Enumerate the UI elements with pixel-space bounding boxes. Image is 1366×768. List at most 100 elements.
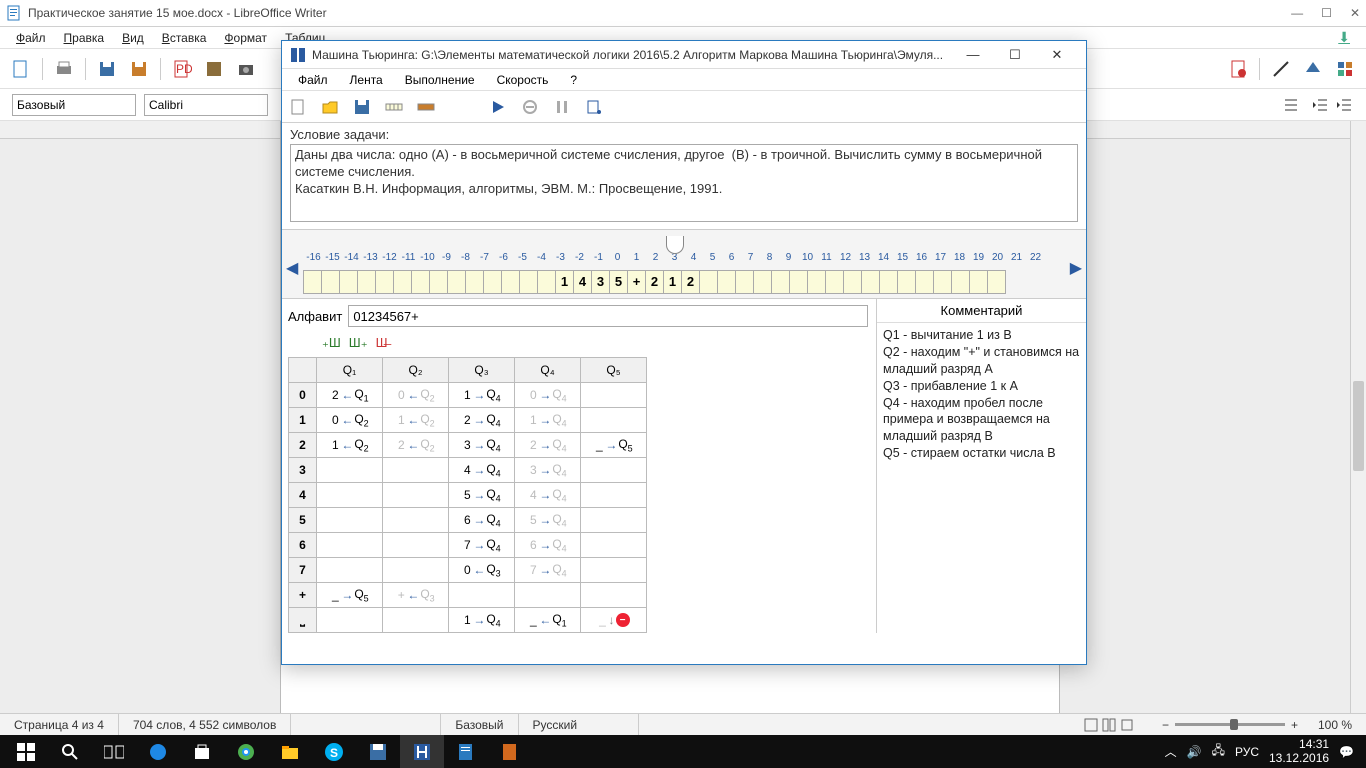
- indent-inc-icon[interactable]: [1336, 96, 1354, 114]
- col-header[interactable]: Q₄: [515, 358, 581, 383]
- paragraph-style-combo[interactable]: [12, 94, 136, 116]
- menu-view[interactable]: Вид: [114, 29, 152, 47]
- taskbar-impress[interactable]: [488, 735, 532, 768]
- program-cell[interactable]: 3 → Q4: [515, 458, 581, 483]
- program-cell[interactable]: _ ↓ −: [581, 608, 647, 633]
- pause-icon[interactable]: [552, 97, 572, 117]
- tape-cell[interactable]: +: [627, 270, 646, 294]
- program-cell[interactable]: [581, 483, 647, 508]
- task-view-icon[interactable]: [92, 735, 136, 768]
- program-cell[interactable]: 0 ← Q3: [449, 558, 515, 583]
- program-cell[interactable]: _ ← Q1: [515, 608, 581, 633]
- tray-clock[interactable]: 14:31 13.12.2016: [1269, 738, 1329, 764]
- turing-menu-run[interactable]: Выполнение: [395, 71, 485, 89]
- tape-cell[interactable]: [465, 270, 484, 294]
- turing-menu-tape[interactable]: Лента: [340, 71, 393, 89]
- turing-minimize-button[interactable]: —: [952, 42, 994, 68]
- alphabet-input[interactable]: [348, 305, 868, 327]
- row-header[interactable]: 4: [289, 483, 317, 508]
- tape-cell[interactable]: 1: [663, 270, 682, 294]
- tape-cell[interactable]: [447, 270, 466, 294]
- taskbar-writer[interactable]: [444, 735, 488, 768]
- program-cell[interactable]: [581, 508, 647, 533]
- tape-cell[interactable]: [303, 270, 322, 294]
- tape-cell[interactable]: [699, 270, 718, 294]
- tape-cell[interactable]: [393, 270, 412, 294]
- vertical-scrollbar[interactable]: [1350, 121, 1366, 713]
- taskbar-explorer[interactable]: [268, 735, 312, 768]
- program-cell[interactable]: 1 ← Q2: [317, 433, 383, 458]
- row-header[interactable]: 6: [289, 533, 317, 558]
- col-header[interactable]: Q₅: [581, 358, 647, 383]
- taskbar-turing[interactable]: [400, 735, 444, 768]
- line-icon[interactable]: [1268, 56, 1294, 82]
- program-cell[interactable]: [317, 508, 383, 533]
- tape-cell[interactable]: [951, 270, 970, 294]
- program-cell[interactable]: [581, 533, 647, 558]
- status-words[interactable]: 704 слов, 4 552 символов: [119, 714, 291, 735]
- start-button[interactable]: [4, 735, 48, 768]
- zoom-slider[interactable]: [1175, 723, 1285, 726]
- saveas-icon[interactable]: [126, 56, 152, 82]
- program-cell[interactable]: 4 → Q4: [515, 483, 581, 508]
- tape-cell[interactable]: [771, 270, 790, 294]
- col-header[interactable]: Q₃: [449, 358, 515, 383]
- tape-cell[interactable]: 1: [555, 270, 574, 294]
- row-header[interactable]: 2: [289, 433, 317, 458]
- turing-menu-help[interactable]: ?: [560, 71, 587, 89]
- tape-cell[interactable]: [753, 270, 772, 294]
- tray-lang[interactable]: РУС: [1235, 745, 1259, 759]
- tape-cell[interactable]: [483, 270, 502, 294]
- insert-col-left-icon[interactable]: ₊Ш: [322, 335, 341, 351]
- tray-chevron-icon[interactable]: ︿: [1165, 743, 1177, 760]
- tape-cell[interactable]: [969, 270, 988, 294]
- program-cell[interactable]: 2 → Q4: [515, 433, 581, 458]
- step-icon[interactable]: [584, 97, 604, 117]
- turing-maximize-button[interactable]: ☐: [994, 42, 1036, 68]
- program-cell[interactable]: [581, 408, 647, 433]
- tape-cell[interactable]: [321, 270, 340, 294]
- new-doc-icon[interactable]: [8, 56, 34, 82]
- taskbar-save[interactable]: [356, 735, 400, 768]
- program-cell[interactable]: 7 → Q4: [449, 533, 515, 558]
- program-cell[interactable]: 1 ← Q2: [383, 408, 449, 433]
- turing-close-button[interactable]: ✕: [1036, 42, 1078, 68]
- row-header[interactable]: ⎵: [289, 608, 317, 633]
- tape-cell[interactable]: 5: [609, 270, 628, 294]
- turing-menu-speed[interactable]: Скорость: [487, 71, 559, 89]
- stop-icon[interactable]: [520, 97, 540, 117]
- program-cell[interactable]: 5 → Q4: [515, 508, 581, 533]
- status-style[interactable]: Базовый: [441, 714, 518, 735]
- tape-cell[interactable]: [357, 270, 376, 294]
- tape-cell[interactable]: [717, 270, 736, 294]
- tape-cell[interactable]: [879, 270, 898, 294]
- tape-reset-icon[interactable]: [416, 97, 436, 117]
- tape-cell[interactable]: [537, 270, 556, 294]
- tape-head[interactable]: [666, 236, 684, 254]
- status-page[interactable]: Страница 4 из 4: [0, 714, 119, 735]
- tape-cell[interactable]: [915, 270, 934, 294]
- grid-icon[interactable]: [1332, 56, 1358, 82]
- maximize-button[interactable]: ☐: [1321, 6, 1332, 20]
- export-icon[interactable]: [201, 56, 227, 82]
- col-header[interactable]: Q₂: [383, 358, 449, 383]
- tray-network-icon[interactable]: 🖧: [1212, 741, 1225, 762]
- indent-dec-icon[interactable]: [1312, 96, 1330, 114]
- program-cell[interactable]: 0 ← Q2: [383, 383, 449, 408]
- tape-cell[interactable]: [789, 270, 808, 294]
- tape-cell[interactable]: 2: [645, 270, 664, 294]
- status-lang[interactable]: Русский: [519, 714, 639, 735]
- task-textarea[interactable]: [290, 144, 1078, 222]
- menu-file[interactable]: Файл: [8, 29, 54, 47]
- save-icon[interactable]: [352, 97, 372, 117]
- tape-cell[interactable]: [339, 270, 358, 294]
- delete-col-icon[interactable]: Ш̶: [376, 335, 388, 351]
- program-cell[interactable]: 0 → Q4: [515, 383, 581, 408]
- program-cell[interactable]: [317, 533, 383, 558]
- tape-cell[interactable]: [897, 270, 916, 294]
- open-icon[interactable]: [320, 97, 340, 117]
- tape-cell[interactable]: [843, 270, 862, 294]
- pdf-icon[interactable]: PDF: [169, 56, 195, 82]
- program-cell[interactable]: 1 → Q4: [515, 408, 581, 433]
- program-cell[interactable]: [383, 558, 449, 583]
